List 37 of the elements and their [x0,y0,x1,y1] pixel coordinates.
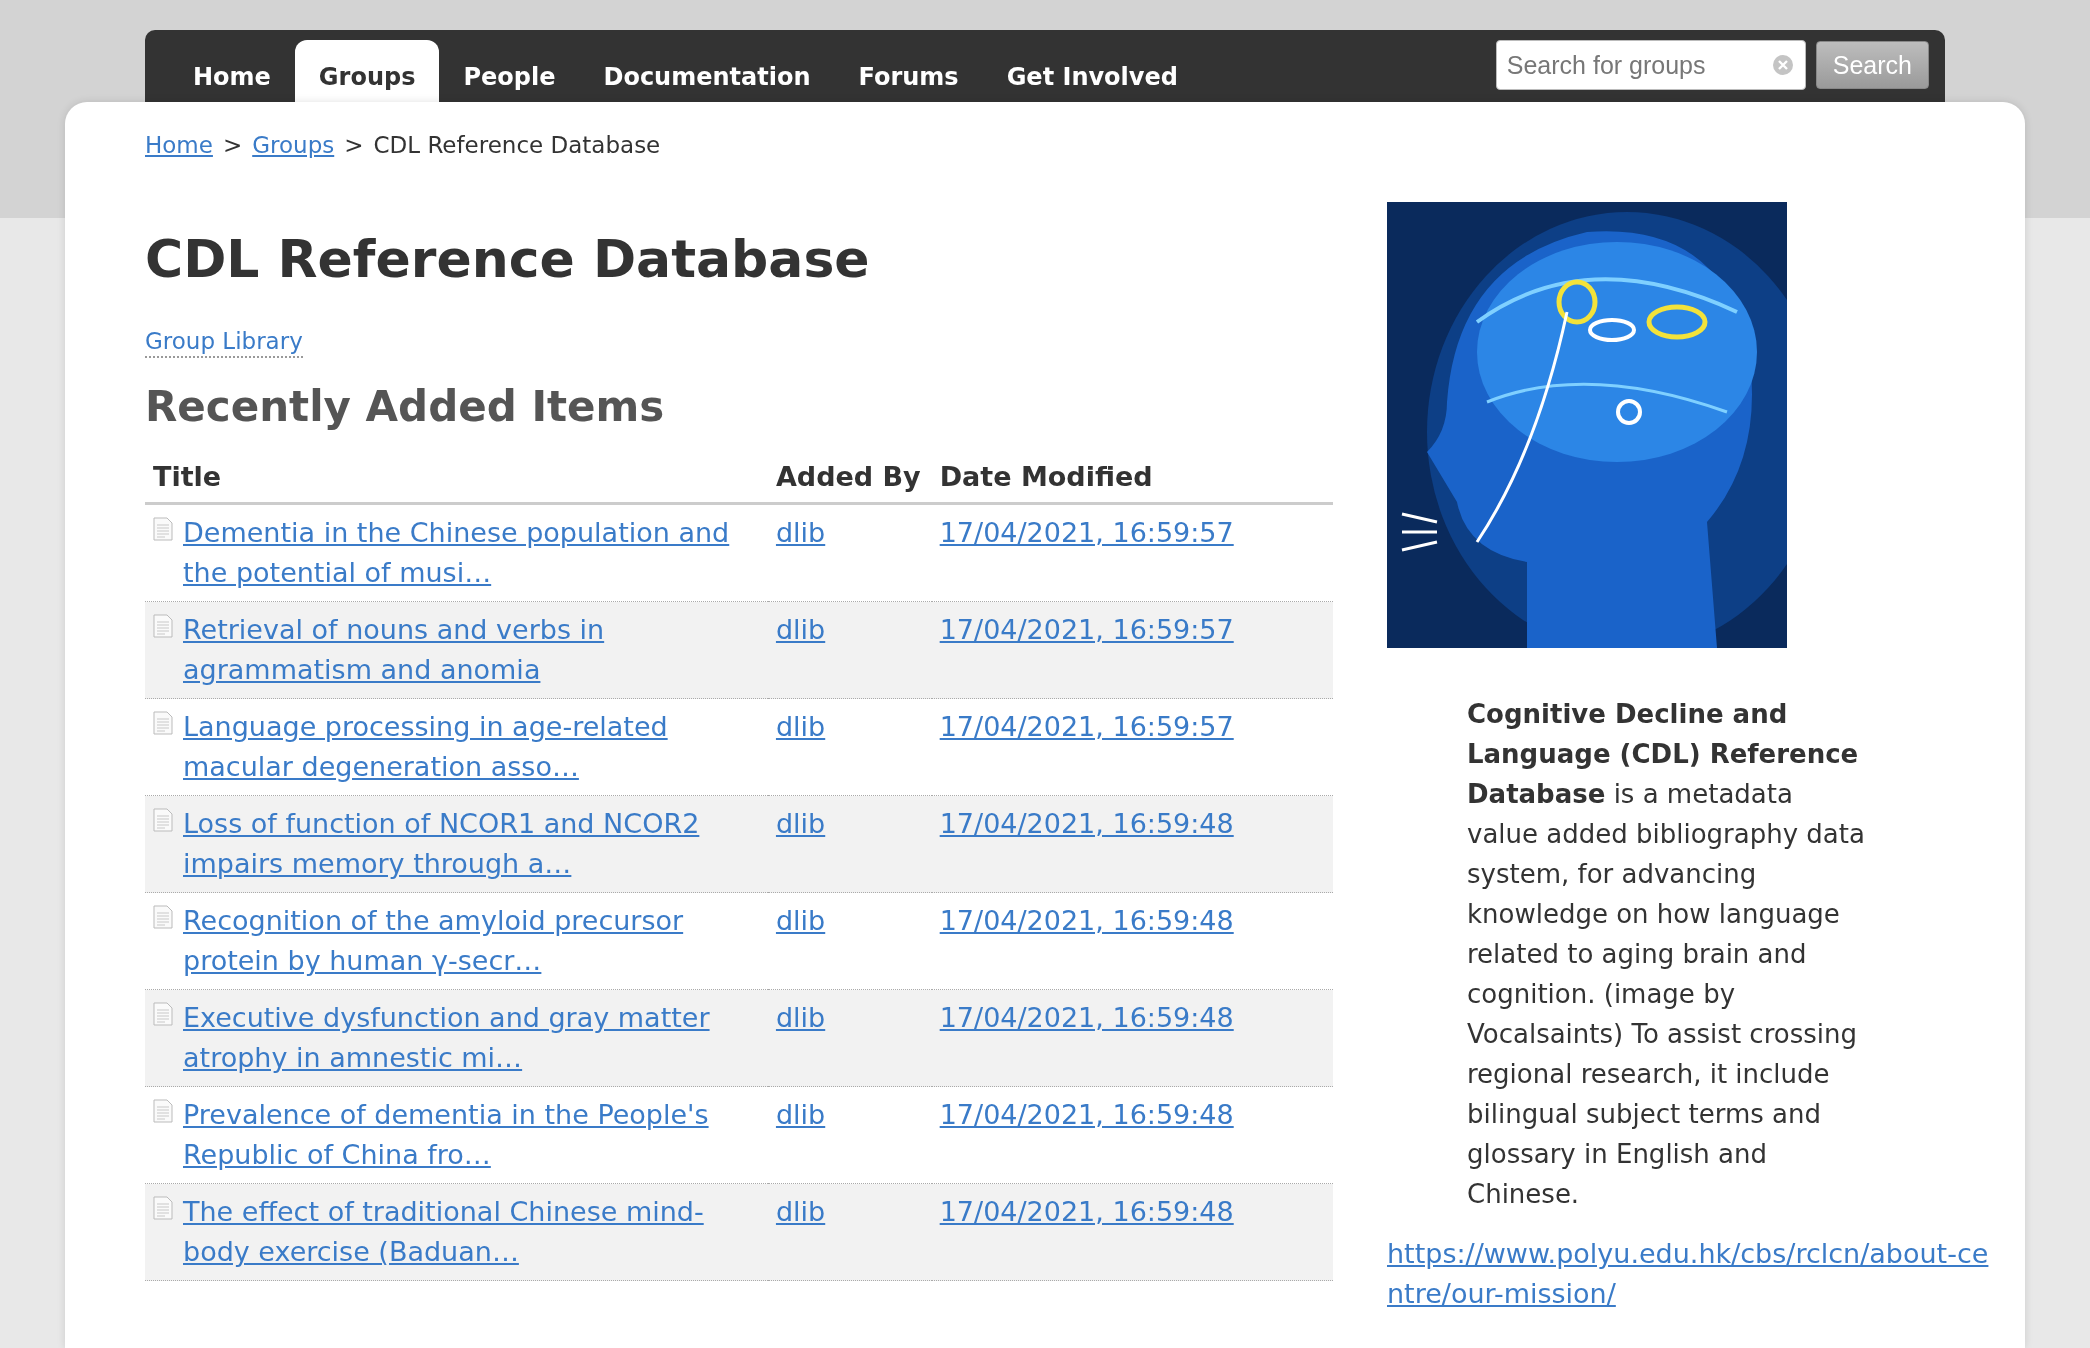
item-title-link[interactable]: Language processing in age-related macular degeneration asso… [183,707,760,788]
user-link[interactable]: dlib [775,1196,826,1228]
breadcrumb-separator: > [222,132,243,158]
user-link[interactable]: dlib [775,517,826,549]
item-title-link[interactable]: Prevalence of dementia in the People's Republic of China fro… [183,1095,760,1176]
user-link[interactable]: dlib [775,808,826,840]
search-button[interactable]: Search [1815,41,1929,89]
date-link[interactable]: 17/04/2021, 16:59:57 [939,711,1234,743]
item-title-link[interactable]: Recognition of the amyloid precursor protein by human γ-secr… [183,901,760,982]
nav-tab[interactable]: Forums [834,40,983,102]
group-library-link[interactable]: Group Library [145,328,303,359]
column-header: Date Modified [931,459,1333,504]
nav-tab[interactable]: Groups [294,40,440,102]
user-link[interactable]: dlib [775,905,826,937]
breadcrumb-link[interactable]: Groups [252,132,335,158]
breadcrumb-separator: > [344,132,364,158]
nav-tab[interactable]: Get Involved [982,40,1202,102]
item-title-link[interactable]: Dementia in the Chinese population and the potential of musi… [183,513,760,594]
search-field[interactable]: Search for groups [1495,40,1806,90]
group-description: Cognitive Decline and Language (CDL) Reference Database is a metadata value added bibliography data system, for advancing knowledge on how language related to aging brain and cognition. (image by Vocalsaints) To assist crossing regional research, it include bilingual subject terms and glossary in English and Chinese. [1467,698,1866,1211]
page-title: CDL Reference Database [145,228,871,291]
nav-tab[interactable]: People [439,40,580,102]
column-header: Added By [767,459,932,504]
user-link[interactable]: dlib [775,711,826,743]
date-link[interactable]: 17/04/2021, 16:59:48 [939,1099,1234,1131]
date-link[interactable]: 17/04/2021, 16:59:48 [939,905,1234,937]
user-link[interactable]: dlib [775,614,826,646]
breadcrumb-current: CDL Reference Database [373,132,661,158]
column-header: Title [145,459,768,504]
nav-tab[interactable]: Documentation [579,40,835,102]
section-heading: Recently Added Items [145,382,666,432]
date-link[interactable]: 17/04/2021, 16:59:57 [939,517,1234,549]
breadcrumb-link[interactable]: Home [145,132,213,158]
mission-link[interactable]: https://www.polyu.edu.hk/cbs/rclcn/about-centre/our-mission/ [1387,1234,1997,1314]
user-link[interactable]: dlib [775,1002,826,1034]
user-link[interactable]: dlib [775,1099,826,1131]
nav-tab[interactable]: Home [169,40,295,102]
